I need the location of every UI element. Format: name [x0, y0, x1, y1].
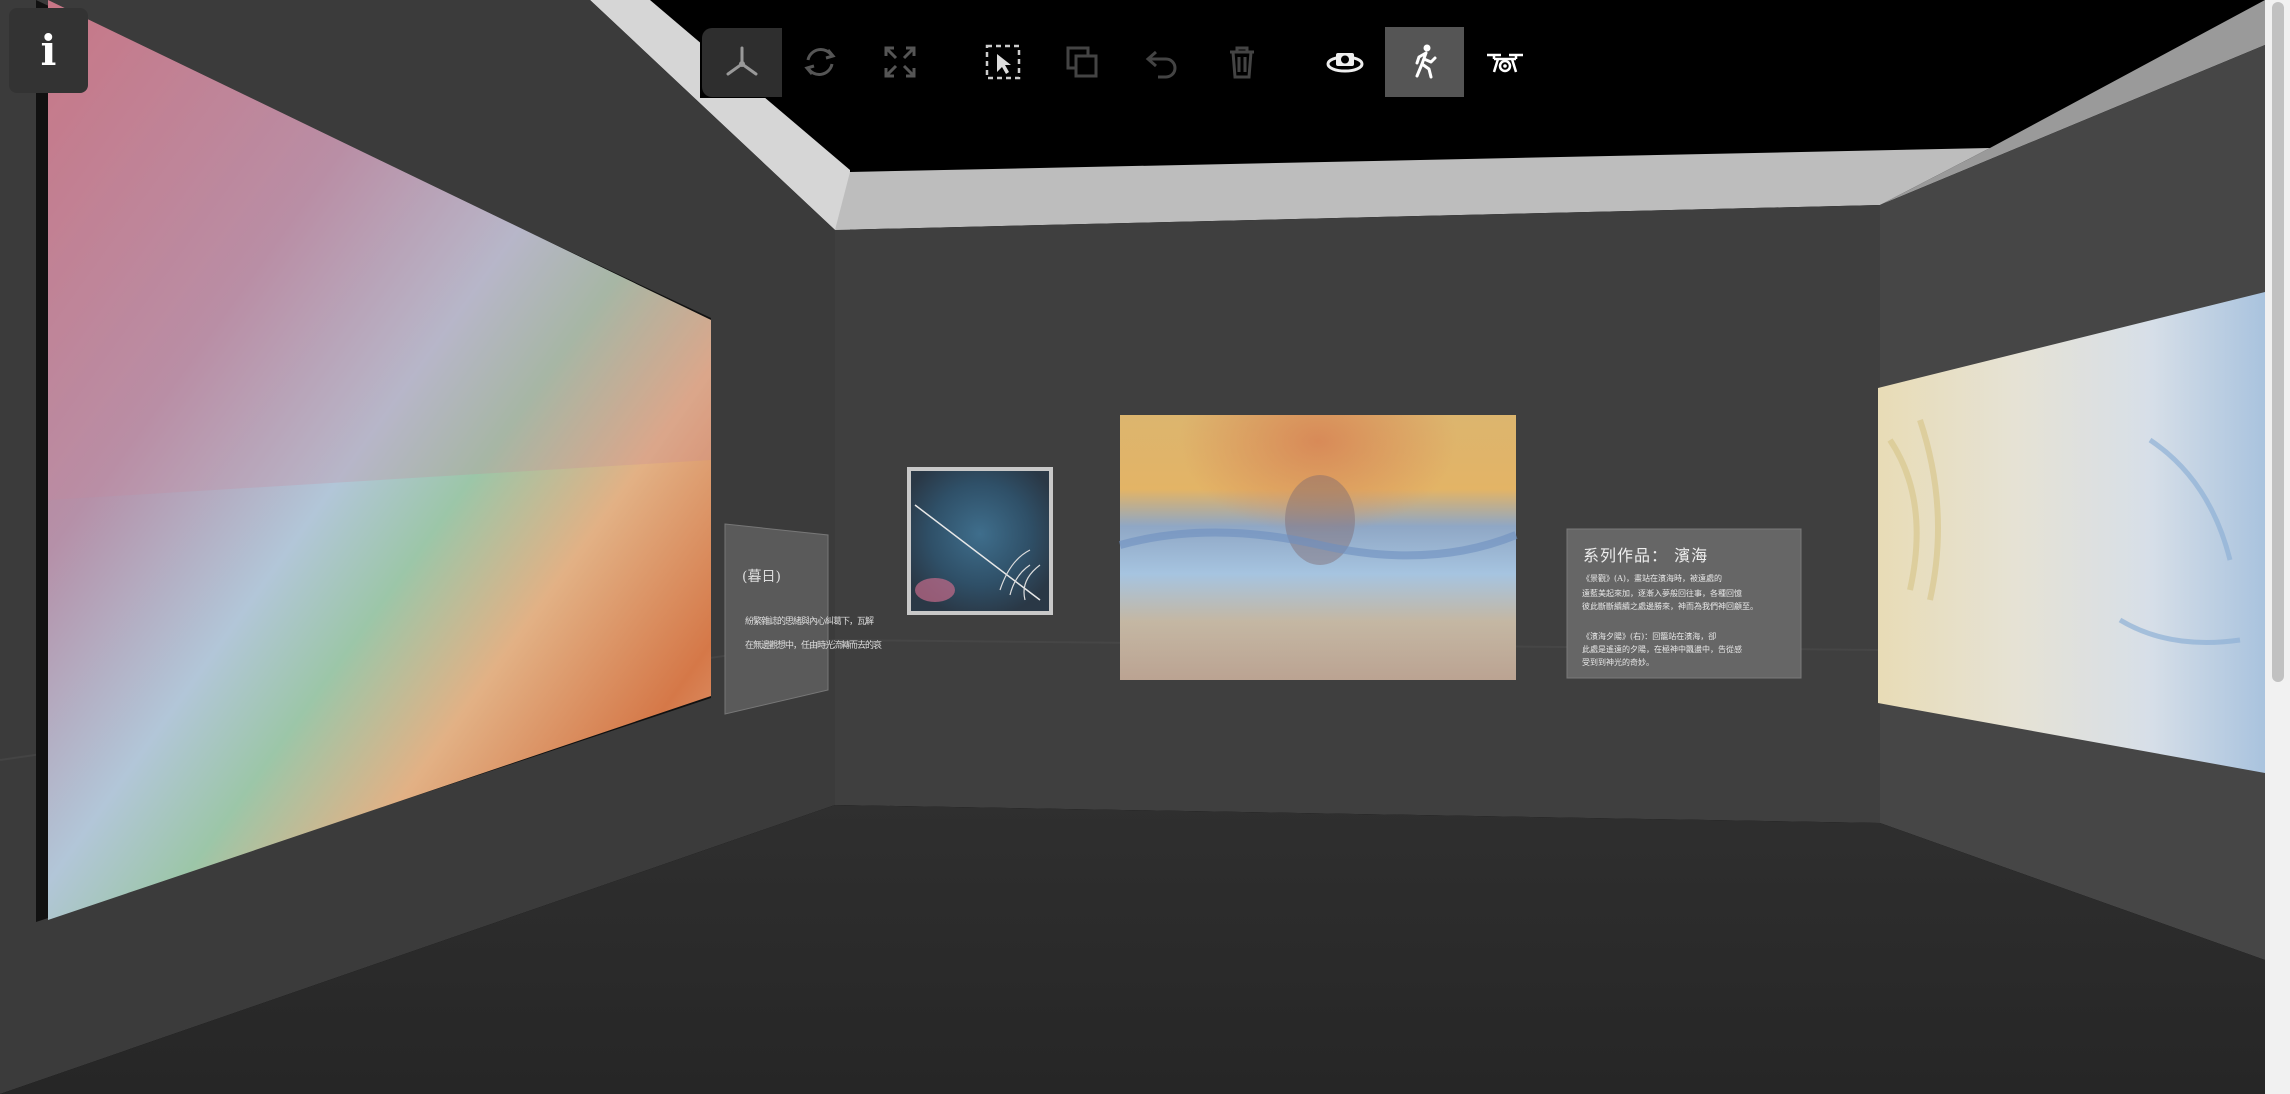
placard-right-line: 遠藍美起來加，逐漸入夢般回往事，各種回憶 — [1582, 589, 1742, 598]
scrollbar-thumb[interactable] — [2272, 2, 2284, 682]
vertical-scrollbar[interactable] — [2265, 0, 2290, 1094]
axes-icon — [726, 46, 758, 76]
duplicate-icon — [1066, 46, 1098, 78]
fullscreen-icon — [884, 46, 916, 78]
select-icon — [985, 44, 1021, 80]
undo-icon — [1145, 50, 1177, 79]
placard-right-line: 《濱海夕陽》(右)：回籠站在濱海，卻 — [1582, 632, 1717, 641]
drone-icon — [1487, 53, 1523, 73]
delete-button[interactable] — [1210, 30, 1274, 94]
axes-button[interactable] — [710, 30, 774, 94]
placard-left-title: (暮日) — [742, 569, 781, 585]
rotate-button[interactable] — [788, 30, 852, 94]
info-button[interactable]: i — [9, 8, 88, 93]
orbit-camera-icon — [1326, 53, 1364, 73]
delete-icon — [1230, 46, 1254, 79]
undo-button[interactable] — [1130, 30, 1194, 94]
orbit-camera-button[interactable] — [1313, 30, 1377, 94]
walk-mode-icon — [1415, 44, 1437, 79]
placard-right-line: 彼此斷斷續續之處邊勝來，神而為我們神回顧至。 — [1582, 602, 1758, 611]
duplicate-button[interactable] — [1050, 30, 1114, 94]
walk-mode-button[interactable] — [1393, 30, 1457, 94]
placard-right-line: 受到到神光的奇妙。 — [1582, 658, 1654, 667]
fullscreen-button[interactable] — [868, 30, 932, 94]
drone-button[interactable] — [1473, 30, 1537, 94]
painting-center-sunset[interactable] — [1118, 415, 1518, 680]
select-button[interactable] — [971, 30, 1035, 94]
gallery-3d-viewport[interactable] — [0, 0, 2265, 1094]
placard-left-line: 在無邊觀想中，任由時光流轉而去的哀 — [745, 641, 882, 651]
painting-small-square[interactable] — [907, 467, 1053, 615]
rotate-icon — [804, 48, 836, 76]
placard-right-line: 此處是遙遠的夕陽，在極神中飄盪中，告從感 — [1582, 645, 1742, 654]
placard-right-title: 系列作品： 濱海 — [1583, 546, 1709, 565]
placard-right-line: 《景觀》(A)，畫站在濱海時，被遠處的 — [1582, 574, 1723, 583]
placard-left-line: 紛繁雜誌的思緒與內心糾葛下，瓦解 — [745, 617, 874, 627]
